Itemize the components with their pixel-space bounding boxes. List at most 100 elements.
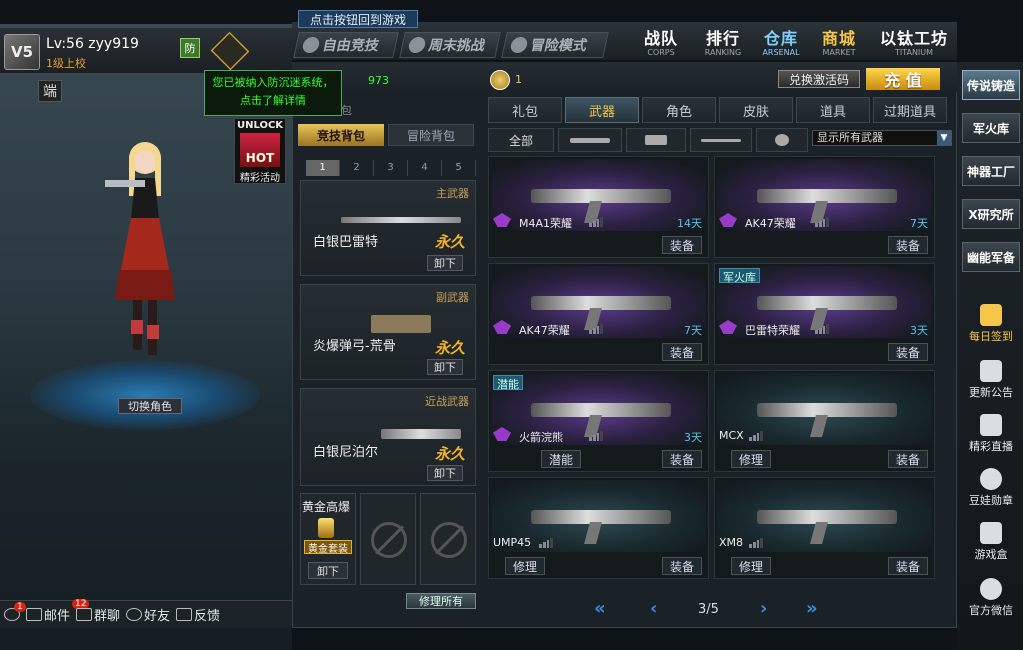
anti-addiction-tooltip[interactable]: 您已被纳入防沉迷系统， 点击了解详情 [204, 70, 342, 116]
mode-weekend-challenge[interactable]: 周末挑战 [399, 32, 501, 58]
nav-label: 以钛工坊 [879, 29, 948, 48]
recharge-button[interactable]: 充 值 [866, 68, 940, 90]
unequip-button[interactable]: 卸下 [427, 359, 463, 375]
weapon-card[interactable]: XM8 修理 装备 [714, 477, 935, 579]
back-to-game-button[interactable]: 点击按钮回到游戏 [298, 10, 418, 28]
feedback-button[interactable]: 反馈 [176, 605, 220, 624]
tab-expired-items[interactable]: 过期道具 [873, 97, 947, 123]
chevron-down-icon: ▼ [937, 131, 951, 145]
equip-button[interactable]: 装备 [888, 236, 928, 254]
equip-button[interactable]: 装备 [888, 557, 928, 575]
tab-characters[interactable]: 角色 [642, 97, 716, 123]
filter-pistols[interactable] [626, 128, 686, 152]
equip-button[interactable]: 装备 [888, 343, 928, 361]
grenade-icon [775, 134, 789, 146]
potential-button[interactable]: 潜能 [541, 450, 581, 468]
repair-button[interactable]: 修理 [731, 450, 771, 468]
equip-button[interactable]: 装备 [662, 236, 702, 254]
weapon-card[interactable]: AK47荣耀 7天 装备 [488, 263, 709, 365]
hot-badge: HOT [240, 133, 280, 167]
rank-emblem-icon[interactable] [210, 31, 250, 71]
group-chat-button[interactable]: 群聊 [76, 605, 120, 624]
rank-badge-icon[interactable]: V5 [4, 34, 40, 70]
weapon-filter-dropdown[interactable]: 显示所有武器 ▼ [812, 130, 952, 146]
filter-melee[interactable] [690, 128, 752, 152]
bag-page-tab[interactable]: 1 [306, 160, 340, 176]
first-page-button[interactable]: « [594, 598, 606, 619]
equip-button[interactable]: 装备 [662, 450, 702, 468]
repair-all-button[interactable]: 修理所有 [406, 593, 476, 609]
filter-rifles[interactable] [558, 128, 622, 152]
secondary-weapon-slot[interactable]: 副武器 炎爆弹弓-荒骨 永久 卸下 [300, 284, 476, 380]
event-label: 精彩活动 [240, 173, 280, 184]
emblem-icon [407, 37, 427, 53]
bag-page-tab[interactable]: 2 [340, 160, 374, 176]
redeem-code-button[interactable]: 兑换激活码 [778, 70, 860, 88]
unequip-button[interactable]: 卸下 [427, 465, 463, 481]
weapon-card[interactable]: MCX 修理 装备 [714, 370, 935, 472]
event-promo[interactable]: UNLOCK HOT 精彩活动 [234, 118, 286, 184]
nav-arsenal[interactable]: 仓库 ARSENAL [752, 25, 810, 61]
filter-grenades[interactable] [756, 128, 808, 152]
mail-button[interactable]: 邮件 12 [26, 599, 90, 624]
signal-bars-icon [815, 324, 829, 334]
equip-button[interactable]: 装备 [888, 450, 928, 468]
grenade-unequip-button[interactable]: 卸下 [308, 562, 348, 579]
friends-button[interactable]: 好友 [126, 605, 170, 624]
filter-all[interactable]: 全部 [488, 128, 554, 152]
weapon-card[interactable]: AK47荣耀 7天 装备 [714, 156, 935, 258]
social-bar: 1 邮件 12 群聊 好友 反馈 [0, 599, 292, 628]
tab-gift-packs[interactable]: 礼包 [488, 97, 562, 123]
repair-button[interactable]: 修理 [505, 557, 545, 575]
mode-adventure[interactable]: 冒险模式 [501, 32, 609, 58]
nav-ranking[interactable]: 排行 RANKING [694, 25, 752, 61]
tab-items[interactable]: 道具 [796, 97, 870, 123]
equip-button[interactable]: 装备 [662, 557, 702, 575]
equip-button[interactable]: 装备 [662, 343, 702, 361]
armory-button[interactable]: 军火库 [962, 113, 1020, 143]
gun-icon [531, 189, 671, 203]
primary-weapon-slot[interactable]: 主武器 白银巴雷特 永久 卸下 [300, 180, 476, 276]
anti-addiction-badge[interactable]: 防 [180, 38, 200, 58]
weapon-card[interactable]: UMP45 修理 装备 [488, 477, 709, 579]
x-institute-button[interactable]: X研究所 [962, 199, 1020, 229]
nav-corps[interactable]: 战队 CORPS [632, 25, 690, 61]
tab-adventure-bag[interactable]: 冒险背包 [388, 124, 474, 146]
settings-button[interactable]: 1 [4, 602, 26, 621]
bag-page-tab[interactable]: 3 [374, 160, 408, 176]
daily-checkin[interactable]: 每日签到 [962, 302, 1020, 352]
client-tag[interactable]: 端 [38, 80, 62, 102]
slingshot-icon [371, 315, 431, 333]
official-wechat[interactable]: 官方微信 [962, 576, 1020, 626]
game-box[interactable]: 游戏盒 [962, 520, 1020, 570]
melee-weapon-slot[interactable]: 近战武器 白银尼泊尔 永久 卸下 [300, 388, 476, 486]
bag-page-tab[interactable]: 5 [442, 160, 476, 176]
unlock-label: UNLOCK [236, 120, 284, 131]
tab-skins[interactable]: 皮肤 [719, 97, 793, 123]
bag-page-tab[interactable]: 4 [408, 160, 442, 176]
doll-medals[interactable]: 豆娃勋章 [962, 466, 1020, 516]
last-page-button[interactable]: » [806, 598, 818, 619]
camera-icon [980, 414, 1002, 436]
weapon-card[interactable]: M4A1荣耀 14天 装备 [488, 156, 709, 258]
update-notice[interactable]: 更新公告 [962, 358, 1020, 408]
tab-arena-bag[interactable]: 竞技背包 [298, 124, 384, 146]
weapon-duration: 7天 [910, 217, 928, 230]
repair-button[interactable]: 修理 [731, 557, 771, 575]
weapon-card[interactable]: 潜能 火箭浣熊 3天 潜能 装备 [488, 370, 709, 472]
unequip-button[interactable]: 卸下 [427, 255, 463, 271]
mail-icon [26, 608, 42, 621]
nav-market[interactable]: 商城 MARKET [810, 25, 868, 61]
mode-free-arena[interactable]: 自由竞技 [293, 32, 399, 58]
next-page-button[interactable]: › [760, 598, 767, 619]
weapon-card[interactable]: 军火库 巴雷特荣耀 3天 装备 [714, 263, 935, 365]
live-stream[interactable]: 精彩直播 [962, 412, 1020, 462]
legend-forge-button[interactable]: 传说铸造 [962, 70, 1020, 100]
nav-titanium[interactable]: 以钛工坊 TITANIUM [872, 25, 956, 61]
nav-label: 战队 [643, 29, 678, 48]
phantom-armament-button[interactable]: 幽能军备 [962, 242, 1020, 272]
prev-page-button[interactable]: ‹ [650, 598, 657, 619]
artifact-factory-button[interactable]: 神器工厂 [962, 156, 1020, 186]
tab-weapons[interactable]: 武器 [565, 97, 639, 123]
switch-character-button[interactable]: 切换角色 [118, 398, 182, 414]
